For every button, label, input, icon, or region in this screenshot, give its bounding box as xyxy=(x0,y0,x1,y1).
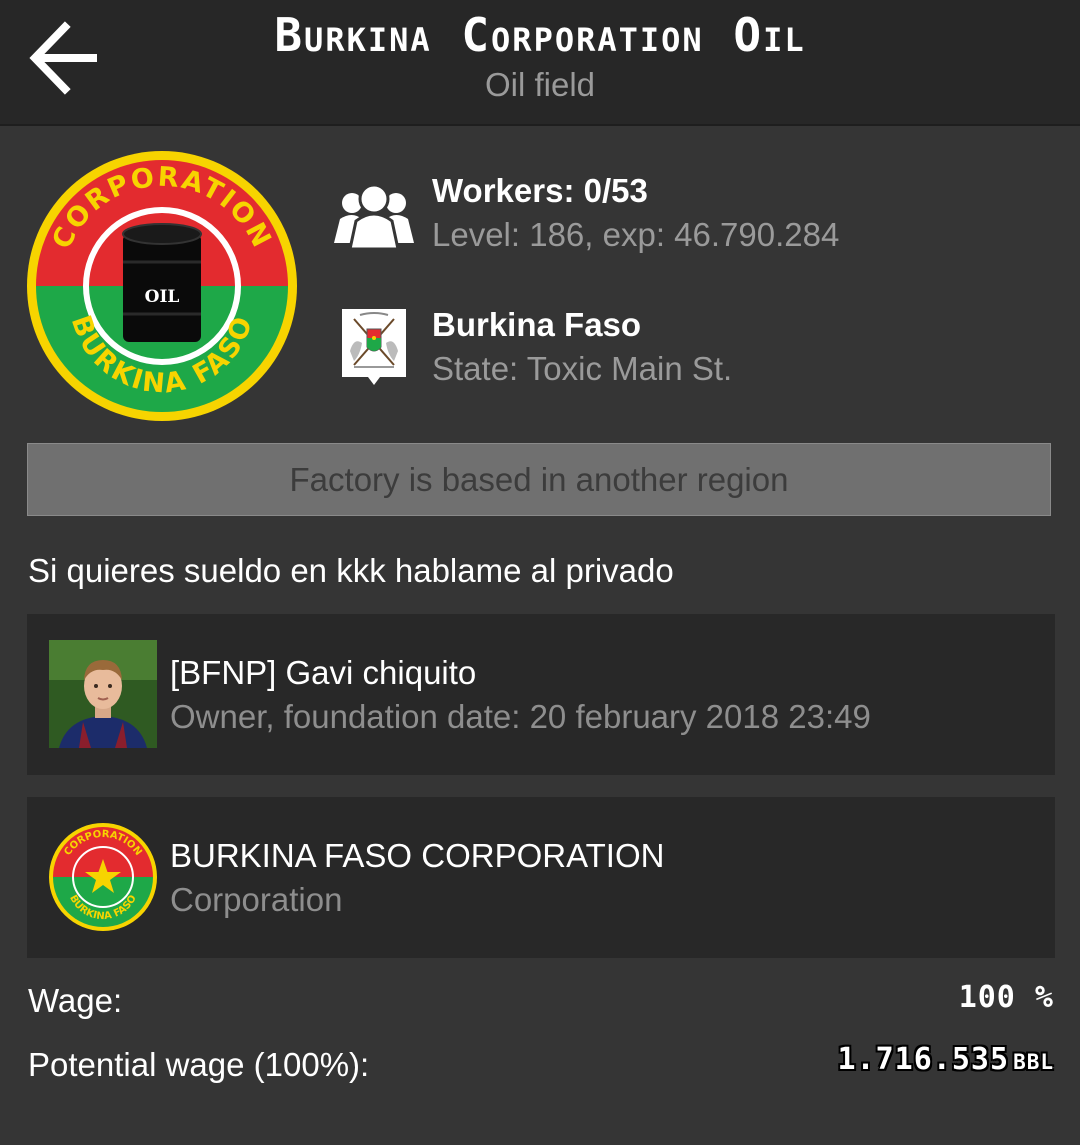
region-state: State: Toxic Main St. xyxy=(432,350,733,387)
corporation-card[interactable]: CORPORATION BURKINA FASO BURKINA FASO CO… xyxy=(27,797,1055,958)
workers-level: Level: 186, exp: 46.790.284 xyxy=(432,216,840,253)
wage-label: Wage: xyxy=(28,982,123,1019)
potential-wage-label: Potential wage (100%): xyxy=(28,1046,370,1083)
corporation-type: Corporation xyxy=(170,881,343,918)
factory-description: Si quieres sueldo en kkk hablame al priv… xyxy=(28,552,674,589)
barrel-label: OIL xyxy=(145,287,180,307)
potential-wage-amount: 1.716.535 xyxy=(837,1042,1010,1077)
page-title: Burkina Corporation Oil xyxy=(274,8,806,62)
oil-barrel-icon: OIL xyxy=(122,223,202,342)
potential-wage-value: 1.716.535 BBL xyxy=(838,1042,1055,1077)
factory-logo: CORPORATION BURKINA FASO OIL xyxy=(27,151,297,421)
owner-name: [BFNP] Gavi chiquito xyxy=(170,654,477,691)
coat-of-arms-icon xyxy=(338,306,410,388)
region-name: Burkina Faso xyxy=(432,306,642,343)
workers-icon xyxy=(330,172,418,260)
wage-value: 100 % xyxy=(958,980,1054,1015)
workers-row: Workers: 0/53 Level: 186, exp: 46.790.28… xyxy=(330,172,1050,260)
potential-wage-unit: BBL xyxy=(1013,1050,1054,1074)
app-header: Burkina Corporation Oil Oil field xyxy=(0,0,1080,126)
region-row[interactable]: Burkina Faso State: Toxic Main St. xyxy=(330,306,1050,394)
owner-card[interactable]: [BFNP] Gavi chiquito Owner, foundation d… xyxy=(27,614,1055,775)
page-subtitle: Oil field xyxy=(484,66,596,103)
owner-foundation-date: Owner, foundation date: 20 february 2018… xyxy=(170,698,871,735)
owner-avatar xyxy=(49,640,157,748)
workers-count: Workers: 0/53 xyxy=(432,172,648,209)
corporation-logo: CORPORATION BURKINA FASO xyxy=(49,823,157,931)
corporation-name: BURKINA FASO CORPORATION xyxy=(170,837,665,874)
factory-region-button[interactable]: Factory is based in another region xyxy=(27,443,1051,516)
